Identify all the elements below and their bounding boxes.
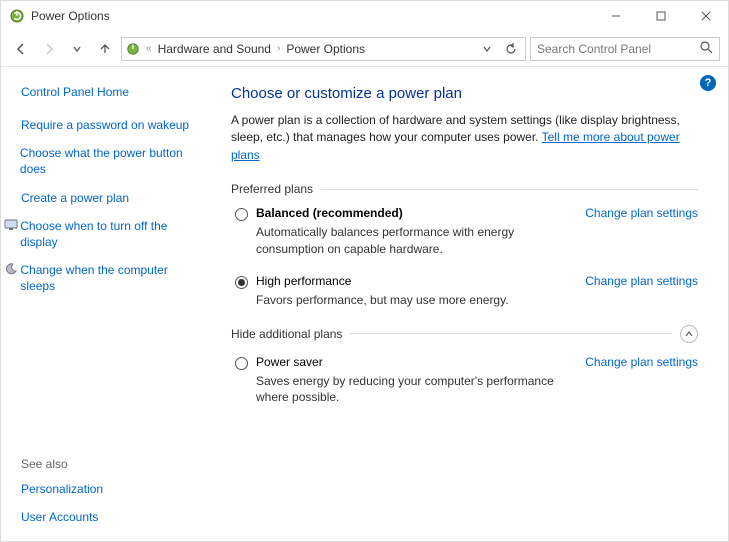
radio-power-saver[interactable] (235, 357, 248, 370)
plan-power-saver: Power saver Saves energy by reducing you… (231, 355, 698, 407)
search-icon (700, 41, 713, 57)
navigation-toolbar: « Hardware and Sound › Power Options (1, 31, 728, 67)
main-content: Choose or customize a power plan A power… (211, 67, 728, 541)
maximize-button[interactable] (638, 2, 683, 30)
page-description: A power plan is a collection of hardware… (231, 112, 698, 164)
see-also-label: Personalization (21, 481, 103, 497)
sidebar-link-power-button[interactable]: Choose what the power button does (21, 145, 199, 177)
sidebar-link-label: Choose when to turn off the display (20, 218, 199, 250)
radio-balanced[interactable] (235, 208, 248, 221)
change-plan-settings-link[interactable]: Change plan settings (585, 355, 698, 407)
sidebar-link-sleep[interactable]: Change when the computer sleeps (21, 262, 199, 294)
page-heading: Choose or customize a power plan (231, 85, 698, 102)
breadcrumb-parent[interactable]: Hardware and Sound (158, 42, 271, 56)
sidebar-link-label: Choose what the power button does (20, 145, 199, 177)
change-plan-settings-link[interactable]: Change plan settings (585, 274, 698, 309)
plan-desc: Saves energy by reducing your computer's… (256, 373, 575, 407)
moon-icon (3, 262, 18, 276)
plan-high-performance: High performance Favors performance, but… (231, 274, 698, 309)
see-also-header: See also (21, 457, 199, 471)
breadcrumb-current[interactable]: Power Options (286, 42, 365, 56)
sidebar-link-require-password[interactable]: Require a password on wakeup (21, 117, 199, 133)
change-plan-settings-link[interactable]: Change plan settings (585, 206, 698, 258)
address-dropdown[interactable] (477, 44, 497, 54)
radio-high-performance[interactable] (235, 276, 248, 289)
back-button[interactable] (9, 37, 33, 61)
see-also-user-accounts[interactable]: User Accounts (21, 509, 199, 525)
see-also-label: User Accounts (21, 509, 98, 525)
sidebar: Control Panel Home Require a password on… (1, 67, 211, 541)
sidebar-link-label: Create a power plan (21, 190, 129, 206)
see-also-personalization[interactable]: Personalization (21, 481, 199, 497)
power-options-icon (9, 8, 25, 24)
control-panel-home-link[interactable]: Control Panel Home (21, 85, 199, 99)
address-app-icon (126, 42, 140, 56)
recent-dropdown[interactable] (65, 37, 89, 61)
minimize-button[interactable] (593, 2, 638, 30)
preferred-plans-header: Preferred plans (231, 182, 698, 196)
sidebar-link-display-off[interactable]: Choose when to turn off the display (21, 218, 199, 250)
close-button[interactable] (683, 2, 728, 30)
window-title: Power Options (31, 9, 593, 23)
window-titlebar: Power Options (1, 1, 728, 31)
up-button[interactable] (93, 37, 117, 61)
plan-name[interactable]: High performance (256, 274, 575, 288)
plan-balanced: Balanced (recommended) Automatically bal… (231, 206, 698, 258)
plan-name[interactable]: Power saver (256, 355, 575, 369)
search-box[interactable] (530, 37, 720, 61)
address-bar[interactable]: « Hardware and Sound › Power Options (121, 37, 526, 61)
hide-additional-plans[interactable]: Hide additional plans (231, 325, 698, 343)
breadcrumb-root[interactable]: « (144, 43, 154, 54)
refresh-button[interactable] (501, 43, 521, 55)
sidebar-link-label: Change when the computer sleeps (20, 262, 199, 294)
search-input[interactable] (537, 42, 700, 56)
plan-name[interactable]: Balanced (recommended) (256, 206, 575, 220)
sidebar-link-label: Require a password on wakeup (21, 117, 189, 133)
plan-desc: Automatically balances performance with … (256, 224, 575, 258)
sidebar-link-create-plan[interactable]: Create a power plan (21, 190, 199, 206)
monitor-icon (3, 218, 18, 232)
collapse-icon[interactable] (680, 325, 698, 343)
breadcrumb-sep-icon[interactable]: › (275, 43, 282, 54)
plan-desc: Favors performance, but may use more ene… (256, 292, 575, 309)
forward-button[interactable] (37, 37, 61, 61)
